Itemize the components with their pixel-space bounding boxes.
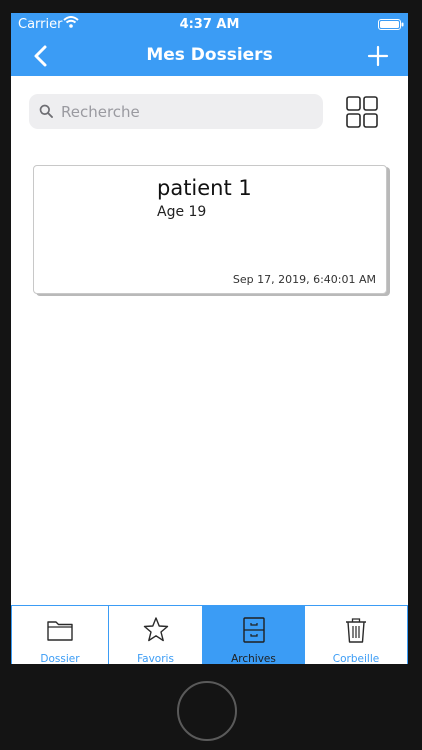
tab-label: Corbeille [332, 653, 380, 664]
app-screen: Carrier 4:37 AM Mes Dossiers Recherche p… [11, 13, 408, 664]
home-button[interactable] [177, 681, 237, 741]
search-input[interactable] [59, 100, 313, 124]
star-icon [143, 617, 168, 642]
plus-icon [367, 45, 389, 67]
patient-date: Sep 17, 2019, 6:40:01 AM [232, 273, 376, 286]
tab-bar: Dossier Favoris Archives Corbeille [11, 605, 408, 664]
trash-icon [346, 618, 366, 643]
status-time: 4:37 AM [179, 17, 240, 32]
archive-cabinet-icon [242, 617, 265, 643]
tab-archives[interactable]: Archives [202, 606, 304, 664]
grid-icon [346, 96, 378, 128]
patient-age: Age 19 [157, 204, 207, 220]
page-title: Mes Dossiers [146, 45, 273, 65]
patient-card[interactable]: patient 1 Age 19 Sep 17, 2019, 6:40:01 A… [33, 165, 387, 294]
tab-label: Favoris [137, 653, 174, 664]
tab-corbeille[interactable]: Corbeille [304, 606, 408, 664]
nav-row: Mes Dossiers [11, 39, 408, 73]
navigation-bar: Carrier 4:37 AM Mes Dossiers [11, 13, 408, 76]
folder-icon [47, 621, 73, 641]
tab-label: Archives [231, 653, 276, 664]
search-bar[interactable] [29, 94, 323, 129]
search-icon [39, 104, 53, 118]
tab-dossier[interactable]: Dossier [11, 606, 108, 664]
tab-label: Dossier [40, 653, 80, 664]
patient-name: patient 1 [157, 176, 252, 200]
tab-favoris[interactable]: Favoris [108, 606, 202, 664]
add-button[interactable] [366, 44, 390, 68]
status-bar: Carrier 4:37 AM [11, 13, 408, 35]
battery-icon [378, 19, 404, 30]
grid-view-button[interactable] [345, 95, 379, 129]
